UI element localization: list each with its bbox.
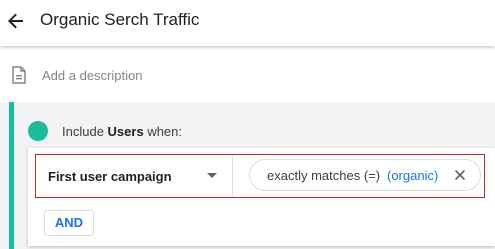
include-suffix: when:: [147, 124, 183, 139]
close-icon[interactable]: [453, 168, 467, 182]
page-header: Organic Serch Traffic: [0, 0, 495, 46]
filter-chip[interactable]: exactly matches (=) (organic): [249, 159, 481, 191]
description-row: Add a description: [0, 46, 495, 102]
filter-operator: exactly matches (=): [267, 168, 381, 183]
filter-value: (organic): [387, 168, 439, 183]
page-title: Organic Serch Traffic: [40, 10, 200, 29]
include-prefix: Include: [62, 124, 104, 139]
dropdown-arrow-icon: [207, 173, 217, 178]
back-button[interactable]: [6, 8, 26, 34]
document-icon: [12, 66, 26, 84]
dimension-label: First user campaign: [48, 169, 172, 184]
arrow-back-icon: [8, 13, 23, 29]
and-button[interactable]: AND: [44, 210, 94, 236]
dimension-select[interactable]: First user campaign: [37, 156, 232, 196]
include-subject[interactable]: Users: [108, 124, 144, 139]
condition-marker: [28, 121, 48, 141]
condition-accent-bar: [9, 102, 14, 249]
select-divider: [232, 156, 233, 196]
include-statement: Include Users when:: [62, 124, 182, 139]
description-input[interactable]: Add a description: [42, 68, 142, 83]
